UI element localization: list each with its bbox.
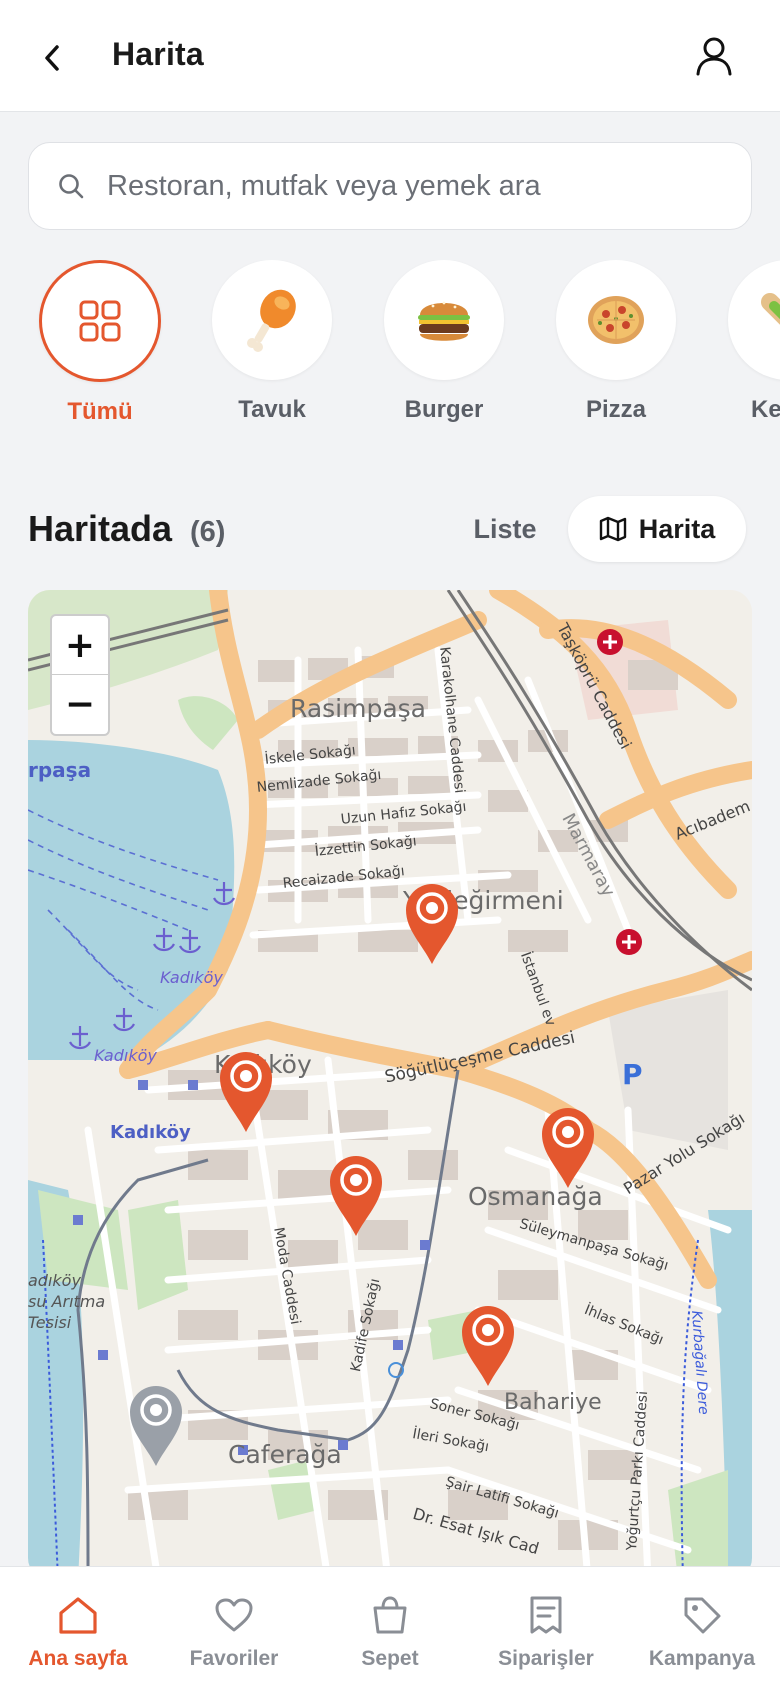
category-strip: Tümü Tavuk Burger Pizza Ke [0,260,780,430]
category-circle [39,260,161,382]
category-label: Tümü [67,398,133,425]
app-header: Harita [0,0,780,112]
nav-label: Favoriler [189,1647,279,1670]
zoom-out-button[interactable]: − [52,675,108,734]
nav-label: Kampanya [648,1647,756,1670]
nav-item-cart[interactable]: Sepet [312,1567,468,1688]
map-label: rpaşa [28,758,92,782]
nav-item-campaigns[interactable]: Kampanya [624,1567,780,1688]
category-pizza[interactable]: Pizza [551,260,681,424]
user-icon [696,37,732,76]
nav-label: Sepet [361,1647,419,1670]
map-view-toggle-label: Harita [638,513,716,544]
wrap-icon [761,293,780,325]
nav-label: Ana sayfa [28,1647,128,1670]
tag-icon [684,1597,721,1634]
search-bar[interactable] [28,142,752,230]
category-kebap[interactable]: Ke [723,260,780,424]
back-button[interactable] [28,28,76,88]
nav-item-home[interactable]: Ana sayfa [0,1567,156,1688]
category-tavuk[interactable]: Tavuk [207,260,337,424]
restaurant-marker[interactable] [460,1302,516,1388]
chevron-left-icon [45,45,59,71]
map-label: Kadıköy [110,1122,191,1143]
zoom-control: + − [50,614,110,736]
burger-icon [418,301,470,341]
category-burger[interactable]: Burger [379,260,509,424]
restaurant-marker[interactable] [218,1048,274,1134]
map-label: Caferağa [228,1440,342,1469]
nav-label: Siparişler [498,1647,594,1670]
nav-item-favorites[interactable]: Favoriler [156,1567,312,1688]
restaurant-marker[interactable] [540,1104,596,1190]
map-icon [599,516,626,542]
restaurant-map[interactable]: Rasimpaşa Yeldeğirmeni Kadıköy Osmanağa … [28,590,752,1580]
search-input[interactable] [107,169,707,203]
list-view-toggle[interactable]: Liste [450,496,560,562]
zoom-in-button[interactable]: + [52,616,108,675]
home-icon [59,1597,97,1634]
section-title: Haritada [28,508,173,549]
map-label: Kadıköy [160,968,223,987]
grid-icon [79,300,121,342]
receipt-icon [530,1596,562,1634]
page-title: Harita [112,36,204,72]
map-label: Kadıköy [94,1046,157,1065]
map-label: adıköy su Arıtma Tesisi [28,1271,106,1332]
search-icon [59,174,84,199]
category-circle [212,260,332,380]
bag-icon [373,1596,407,1634]
category-label: Ke [751,396,780,423]
map-label: Bahariye [504,1390,602,1415]
category-label: Burger [404,396,484,423]
restaurant-marker[interactable] [328,1152,384,1238]
heart-icon [215,1598,253,1632]
parking-icon: P [622,1058,643,1091]
bottom-navigation: Ana sayfa Favoriler Sepet Siparişler Kam… [0,1566,780,1688]
nav-item-orders[interactable]: Siparişler [468,1567,624,1688]
restaurant-marker[interactable] [404,880,460,966]
category-circle [556,260,676,380]
map-label: Rasimpaşa [290,694,426,723]
category-label: Tavuk [238,396,306,423]
category-circle [384,260,504,380]
map-view-toggle[interactable]: Harita [568,496,746,562]
category-label: Pizza [585,396,647,423]
chicken-leg-icon [247,289,296,352]
restaurant-marker-inactive[interactable] [128,1382,184,1468]
result-count: (6) [190,516,226,548]
pizza-icon [588,296,644,344]
category-all[interactable]: Tümü [35,260,165,426]
profile-button[interactable] [688,30,740,82]
category-circle [728,260,780,380]
